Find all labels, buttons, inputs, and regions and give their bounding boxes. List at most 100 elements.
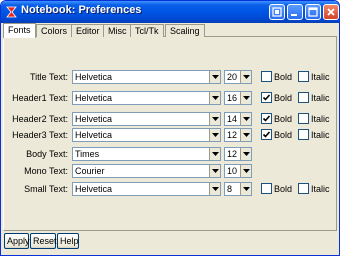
font-family-value: Helvetica bbox=[75, 114, 113, 124]
font-size-select[interactable]: 12 bbox=[224, 128, 252, 142]
chevron-down-icon[interactable] bbox=[240, 113, 251, 125]
restore-icon bbox=[272, 7, 282, 17]
tab-fonts[interactable]: Fonts bbox=[3, 23, 36, 38]
font-family-select[interactable]: Courier bbox=[72, 164, 221, 178]
font-row: Header2 Text: Helvetica 14 Bold Italic bbox=[4, 112, 338, 126]
italic-checkbox[interactable] bbox=[298, 113, 309, 124]
font-size-select[interactable]: 10 bbox=[224, 164, 252, 178]
chevron-down-icon[interactable] bbox=[209, 71, 220, 83]
chevron-down-icon[interactable] bbox=[240, 183, 251, 195]
tab-editor[interactable]: Editor bbox=[71, 24, 105, 37]
font-size-value: 8 bbox=[227, 184, 233, 194]
bold-checkbox-label: Bold bbox=[274, 184, 293, 194]
font-row: Small Text: Helvetica 8 Bold Italic bbox=[4, 182, 338, 196]
restore-button[interactable] bbox=[269, 4, 285, 20]
chevron-down-icon[interactable] bbox=[240, 92, 251, 104]
font-row: Header1 Text: Helvetica 16 Bold Italic bbox=[4, 91, 338, 105]
bold-checkbox[interactable] bbox=[261, 113, 272, 124]
font-size-value: 14 bbox=[227, 114, 238, 124]
font-family-select[interactable]: Helvetica bbox=[72, 91, 221, 105]
font-family-value: Helvetica bbox=[75, 184, 113, 194]
font-size-value: 16 bbox=[227, 93, 238, 103]
preferences-window: Notebook: Preferences Fonts Colors Edito… bbox=[0, 0, 340, 256]
font-size-select[interactable]: 12 bbox=[224, 147, 252, 161]
font-row-label: Mono Text: bbox=[24, 166, 68, 176]
font-row-label: Header3 Text: bbox=[12, 130, 68, 140]
bold-checkbox[interactable] bbox=[261, 129, 272, 140]
bold-checkbox-label: Bold bbox=[274, 114, 293, 124]
font-row-label: Title Text: bbox=[29, 72, 68, 82]
reset-button[interactable]: Reset bbox=[30, 233, 57, 249]
font-size-select[interactable]: 16 bbox=[224, 91, 252, 105]
font-row-label: Header2 Text: bbox=[12, 114, 68, 124]
chevron-down-icon[interactable] bbox=[240, 165, 251, 177]
bold-checkbox[interactable] bbox=[261, 71, 272, 82]
minimize-button[interactable] bbox=[287, 4, 303, 20]
maximize-icon bbox=[308, 7, 318, 17]
bold-checkbox-label: Bold bbox=[274, 130, 293, 140]
italic-checkbox[interactable] bbox=[298, 71, 309, 82]
tab-tcltk[interactable]: Tcl/Tk bbox=[130, 24, 164, 37]
font-family-select[interactable]: Times bbox=[72, 147, 221, 161]
font-size-value: 12 bbox=[227, 130, 238, 140]
close-button[interactable] bbox=[323, 4, 339, 20]
font-size-select[interactable]: 14 bbox=[224, 112, 252, 126]
font-family-value: Helvetica bbox=[75, 130, 113, 140]
bold-checkbox[interactable] bbox=[261, 183, 272, 194]
title-bar[interactable]: Notebook: Preferences bbox=[1, 1, 339, 23]
italic-checkbox-label: Italic bbox=[311, 114, 330, 124]
close-icon bbox=[327, 8, 335, 16]
chevron-down-icon[interactable] bbox=[240, 148, 251, 160]
italic-checkbox-label: Italic bbox=[311, 72, 330, 82]
help-button[interactable]: Help bbox=[57, 233, 79, 249]
chevron-down-icon[interactable] bbox=[240, 71, 251, 83]
font-size-value: 20 bbox=[227, 72, 238, 82]
italic-checkbox-label: Italic bbox=[311, 184, 330, 194]
notebook-app-icon bbox=[6, 6, 17, 18]
font-row: Body Text: Times 12 bbox=[4, 147, 338, 161]
font-family-value: Helvetica bbox=[75, 93, 113, 103]
chevron-down-icon[interactable] bbox=[209, 129, 220, 141]
chevron-down-icon[interactable] bbox=[209, 165, 220, 177]
font-family-select[interactable]: Helvetica bbox=[72, 112, 221, 126]
font-row: Header3 Text: Helvetica 12 Bold Italic bbox=[4, 128, 338, 142]
font-row-label: Small Text: bbox=[24, 184, 68, 194]
bold-checkbox-label: Bold bbox=[274, 72, 293, 82]
tab-bar: Fonts Colors Editor Misc Tcl/Tk Scaling bbox=[3, 23, 337, 38]
chevron-down-icon[interactable] bbox=[209, 92, 220, 104]
chevron-down-icon[interactable] bbox=[209, 148, 220, 160]
italic-checkbox-label: Italic bbox=[311, 130, 330, 140]
bold-checkbox-label: Bold bbox=[274, 93, 293, 103]
font-row-label: Header1 Text: bbox=[12, 93, 68, 103]
font-family-select[interactable]: Helvetica bbox=[72, 70, 221, 84]
font-size-select[interactable]: 8 bbox=[224, 182, 252, 196]
italic-checkbox-label: Italic bbox=[311, 93, 330, 103]
italic-checkbox[interactable] bbox=[298, 129, 309, 140]
window-title: Notebook: Preferences bbox=[21, 4, 142, 16]
italic-checkbox[interactable] bbox=[298, 92, 309, 103]
button-bar: Apply Reset Help bbox=[1, 233, 339, 253]
tab-misc[interactable]: Misc bbox=[103, 24, 132, 37]
chevron-down-icon[interactable] bbox=[240, 129, 251, 141]
maximize-button[interactable] bbox=[305, 4, 321, 20]
chevron-down-icon[interactable] bbox=[209, 113, 220, 125]
font-family-select[interactable]: Helvetica bbox=[72, 182, 221, 196]
font-row: Title Text: Helvetica 20 Bold Italic bbox=[4, 70, 338, 84]
font-row-label: Body Text: bbox=[26, 149, 68, 159]
apply-button[interactable]: Apply bbox=[4, 233, 30, 249]
font-family-select[interactable]: Helvetica bbox=[72, 128, 221, 142]
bold-checkbox[interactable] bbox=[261, 92, 272, 103]
tab-colors[interactable]: Colors bbox=[36, 24, 73, 37]
font-size-select[interactable]: 20 bbox=[224, 70, 252, 84]
italic-checkbox[interactable] bbox=[298, 183, 309, 194]
font-size-value: 12 bbox=[227, 149, 238, 159]
font-family-value: Helvetica bbox=[75, 72, 113, 82]
font-size-value: 10 bbox=[227, 166, 238, 176]
font-family-value: Courier bbox=[75, 166, 105, 176]
font-row: Mono Text: Courier 10 bbox=[4, 164, 338, 178]
tab-scaling[interactable]: Scaling bbox=[165, 24, 205, 37]
chevron-down-icon[interactable] bbox=[209, 183, 220, 195]
minimize-icon bbox=[291, 14, 297, 16]
font-family-value: Times bbox=[75, 149, 100, 159]
fonts-panel: Title Text: Helvetica 20 Bold Italic Header1 … bbox=[3, 37, 337, 231]
